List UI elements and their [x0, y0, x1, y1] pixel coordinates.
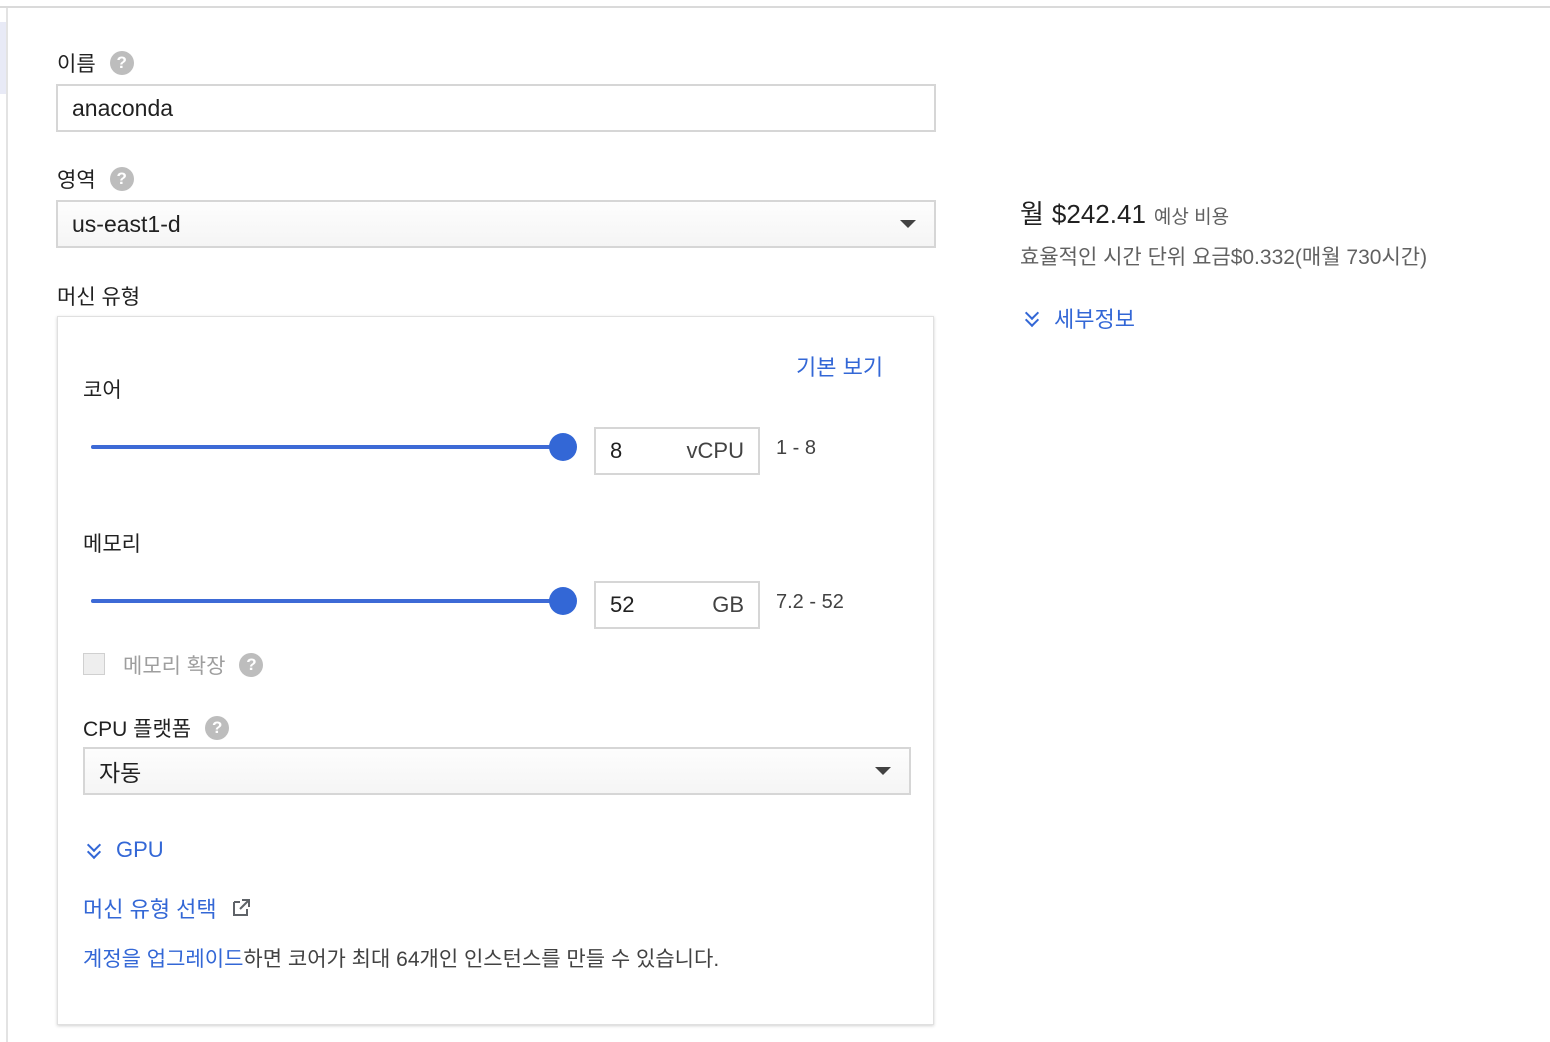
region-help-icon[interactable]: ? [109, 167, 134, 191]
memory-input[interactable]: 52 GB [594, 581, 760, 629]
select-machine-type-label: 머신 유형 선택 [83, 897, 217, 922]
external-link-icon [232, 899, 250, 916]
cpu-platform-label: CPU 플랫폼 [83, 718, 192, 741]
name-help-icon[interactable]: ? [109, 51, 134, 75]
cores-range: 1 - 8 [776, 437, 817, 459]
extend-memory-row: 메모리 확장 ? [123, 650, 264, 680]
cpu-platform-value: 자동 [99, 760, 142, 786]
monthly-cost: $242.41 [1051, 199, 1146, 229]
memory-unit: GB [712, 592, 744, 617]
month-prefix: 월 [1020, 199, 1044, 229]
memory-slider-thumb[interactable] [549, 587, 577, 615]
cores-unit: vCPU [686, 438, 744, 463]
double-chevron-down-icon [1024, 309, 1040, 327]
extend-memory-help-icon[interactable]: ? [239, 653, 264, 677]
hourly-rate: 효율적인 시간 단위 요금$0.332(매월 730시간) [1020, 246, 1428, 269]
caret-down-icon [875, 767, 891, 775]
gpu-expander[interactable]: GPU [86, 837, 164, 863]
details-link-label: 세부정보 [1054, 307, 1135, 332]
basic-view-link[interactable]: 기본 보기 [796, 350, 883, 382]
cores-value: 8 [610, 438, 623, 463]
double-chevron-down-icon [86, 841, 102, 859]
cpu-platform-select[interactable]: 자동 [83, 747, 911, 795]
cores-slider[interactable] [91, 433, 577, 461]
upgrade-account-link[interactable]: 계정을 업그레이드 [83, 948, 243, 971]
machine-type-label: 머신 유형 [57, 286, 141, 309]
machine-type-card: 기본 보기 코어 8 vCPU 1 - 8 메모리 52 GB 7.2 - 52… [57, 316, 934, 1025]
gpu-link-label: GPU [116, 837, 164, 862]
cores-slider-thumb[interactable] [549, 433, 577, 461]
memory-value: 52 [610, 592, 635, 617]
memory-slider[interactable] [91, 587, 577, 615]
select-machine-type-link[interactable]: 머신 유형 선택 [83, 892, 251, 924]
upgrade-message: 계정을 업그레이드하면 코어가 최대 64개인 인스턴스를 만들 수 있습니다. [83, 943, 719, 973]
cpu-platform-help-icon[interactable]: ? [205, 716, 230, 740]
cores-label: 코어 [83, 379, 122, 402]
cores-slider-fill [91, 445, 563, 449]
caret-down-icon [900, 220, 916, 228]
left-nav-accent [0, 22, 6, 94]
region-select[interactable]: us-east1-d [56, 200, 936, 248]
name-input[interactable]: anaconda [56, 84, 936, 132]
details-expander[interactable]: 세부정보 [1024, 302, 1135, 334]
monthly-estimate: 월 $242.41 예상 비용 [1020, 194, 1229, 231]
name-label: 이름 [57, 53, 96, 76]
left-divider [6, 8, 8, 1042]
memory-range: 7.2 - 52 [776, 591, 844, 613]
top-divider [0, 6, 1550, 8]
memory-slider-fill [91, 599, 563, 603]
cores-input[interactable]: 8 vCPU [594, 427, 760, 475]
region-label-row: 영역 ? [57, 164, 134, 194]
region-label: 영역 [57, 169, 96, 192]
extend-memory-label: 메모리 확장 [123, 655, 226, 678]
cpu-platform-label-row: CPU 플랫폼 ? [83, 713, 230, 743]
memory-label: 메모리 [83, 533, 141, 556]
estimate-label: 예상 비용 [1153, 207, 1230, 228]
upgrade-message-text: 하면 코어가 최대 64개인 인스턴스를 만들 수 있습니다. [243, 948, 720, 971]
name-label-row: 이름 ? [57, 48, 134, 78]
extend-memory-checkbox[interactable] [83, 653, 105, 675]
region-select-value: us-east1-d [72, 210, 181, 237]
